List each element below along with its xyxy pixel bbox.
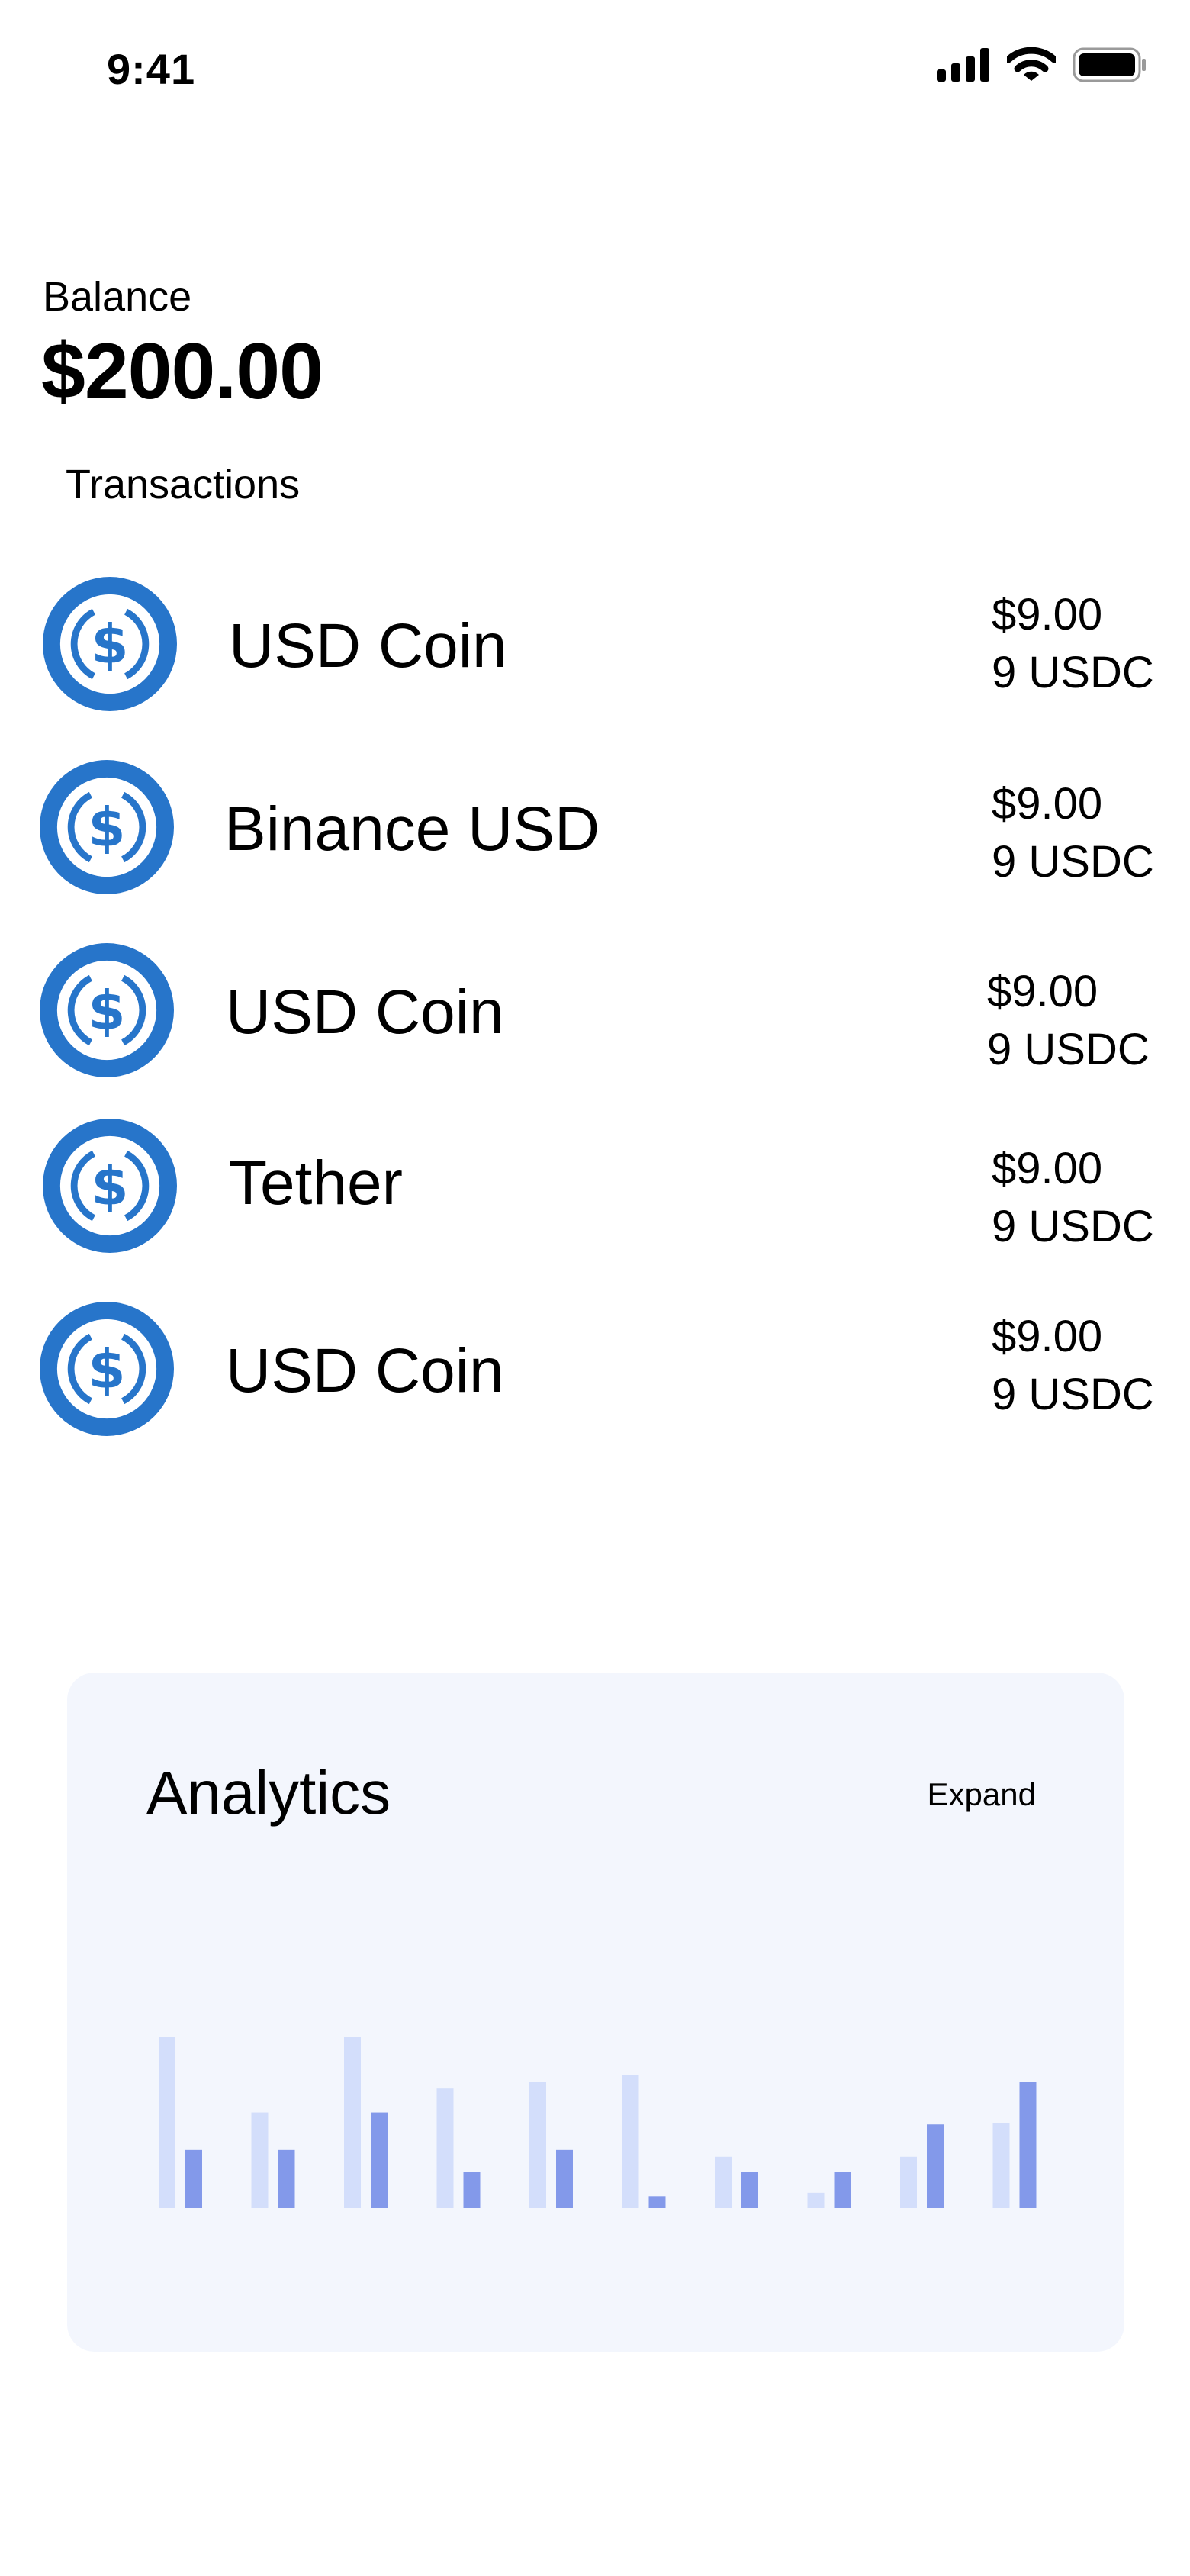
svg-text:$: $ [92, 1155, 129, 1218]
transaction-fiat-amount: $9.00 [992, 590, 1103, 639]
transaction-name: Tether [229, 1148, 403, 1218]
usd-coin-icon: $ [40, 943, 174, 1077]
usd-coin-icon: $ [40, 760, 174, 894]
transaction-token-amount: 9 USDC [992, 1370, 1154, 1419]
transaction-row[interactable]: $ USD Coin $9.00 9 USDC [0, 577, 1190, 714]
transaction-fiat-amount: $9.00 [987, 967, 1098, 1016]
cellular-signal-icon [937, 48, 990, 82]
battery-icon [1073, 47, 1147, 82]
transaction-token-amount: 9 USDC [992, 1202, 1154, 1251]
svg-text:$: $ [88, 980, 126, 1042]
transaction-name: Binance USD [224, 794, 600, 864]
chart-bar-s2-6 [648, 2196, 666, 2208]
usd-coin-icon: $ [40, 1302, 174, 1436]
chart-bar-s1-4 [436, 2088, 454, 2208]
chart-bar-s2-5 [556, 2149, 573, 2208]
transaction-amounts: $9.00 9 USDC [992, 1308, 1154, 1424]
chart-bar-s2-3 [371, 2112, 388, 2208]
transaction-row[interactable]: $ USD Coin $9.00 9 USDC [0, 1302, 1190, 1439]
transaction-token-amount: 9 USDC [987, 1025, 1150, 1074]
balance-amount: $200.00 [41, 327, 323, 416]
chart-bar-s1-7 [715, 2156, 732, 2208]
transactions-title: Transactions [66, 462, 301, 507]
chart-bar-s2-7 [741, 2172, 758, 2208]
transaction-amounts: $9.00 9 USDC [987, 963, 1150, 1079]
svg-text:$: $ [92, 613, 129, 676]
analytics-bar-chart [159, 2037, 1037, 2208]
chart-bar-s2-4 [463, 2172, 481, 2208]
chart-bar-s1-6 [622, 2075, 639, 2208]
transaction-amounts: $9.00 9 USDC [992, 1140, 1154, 1256]
transaction-fiat-amount: $9.00 [992, 779, 1103, 829]
transaction-amounts: $9.00 9 USDC [992, 775, 1154, 891]
transaction-row[interactable]: $ USD Coin $9.00 9 USDC [0, 943, 1190, 1080]
transaction-amounts: $9.00 9 USDC [992, 586, 1154, 702]
transaction-row[interactable]: $ Tether $9.00 9 USDC [0, 1119, 1190, 1256]
chart-bar-s2-2 [278, 2149, 295, 2208]
wifi-icon [1007, 47, 1056, 82]
chart-bar-s2-9 [927, 2124, 944, 2208]
transaction-row[interactable]: $ Binance USD $9.00 9 USDC [0, 760, 1190, 897]
analytics-card: Analytics Expand [67, 1673, 1124, 2352]
transaction-name: USD Coin [229, 611, 507, 681]
chart-bar-s1-1 [159, 2037, 175, 2208]
transaction-fiat-amount: $9.00 [992, 1144, 1103, 1193]
chart-bar-s2-1 [185, 2149, 202, 2208]
transaction-fiat-amount: $9.00 [992, 1312, 1103, 1361]
transaction-token-amount: 9 USDC [992, 648, 1154, 697]
chart-bar-s1-5 [529, 2082, 546, 2208]
chart-bar-s1-2 [251, 2112, 269, 2208]
svg-text:$: $ [88, 797, 126, 859]
chart-bar-s1-3 [344, 2037, 361, 2208]
transaction-token-amount: 9 USDC [992, 837, 1154, 887]
status-icons [937, 47, 1147, 82]
chart-bar-s1-10 [992, 2123, 1010, 2208]
chart-bar-s2-10 [1019, 2082, 1037, 2208]
chart-bar-s2-8 [834, 2172, 851, 2208]
transaction-name: USD Coin [226, 977, 504, 1047]
usd-coin-icon: $ [43, 1119, 177, 1253]
chart-bar-s1-9 [900, 2156, 917, 2208]
usd-coin-icon: $ [43, 577, 177, 711]
transaction-name: USD Coin [226, 1336, 504, 1406]
status-bar: 9:41 [0, 0, 1190, 145]
chart-bar-s1-8 [807, 2192, 825, 2208]
status-time: 9:41 [107, 45, 196, 93]
svg-text:$: $ [88, 1338, 126, 1401]
balance-label: Balance [43, 274, 192, 320]
